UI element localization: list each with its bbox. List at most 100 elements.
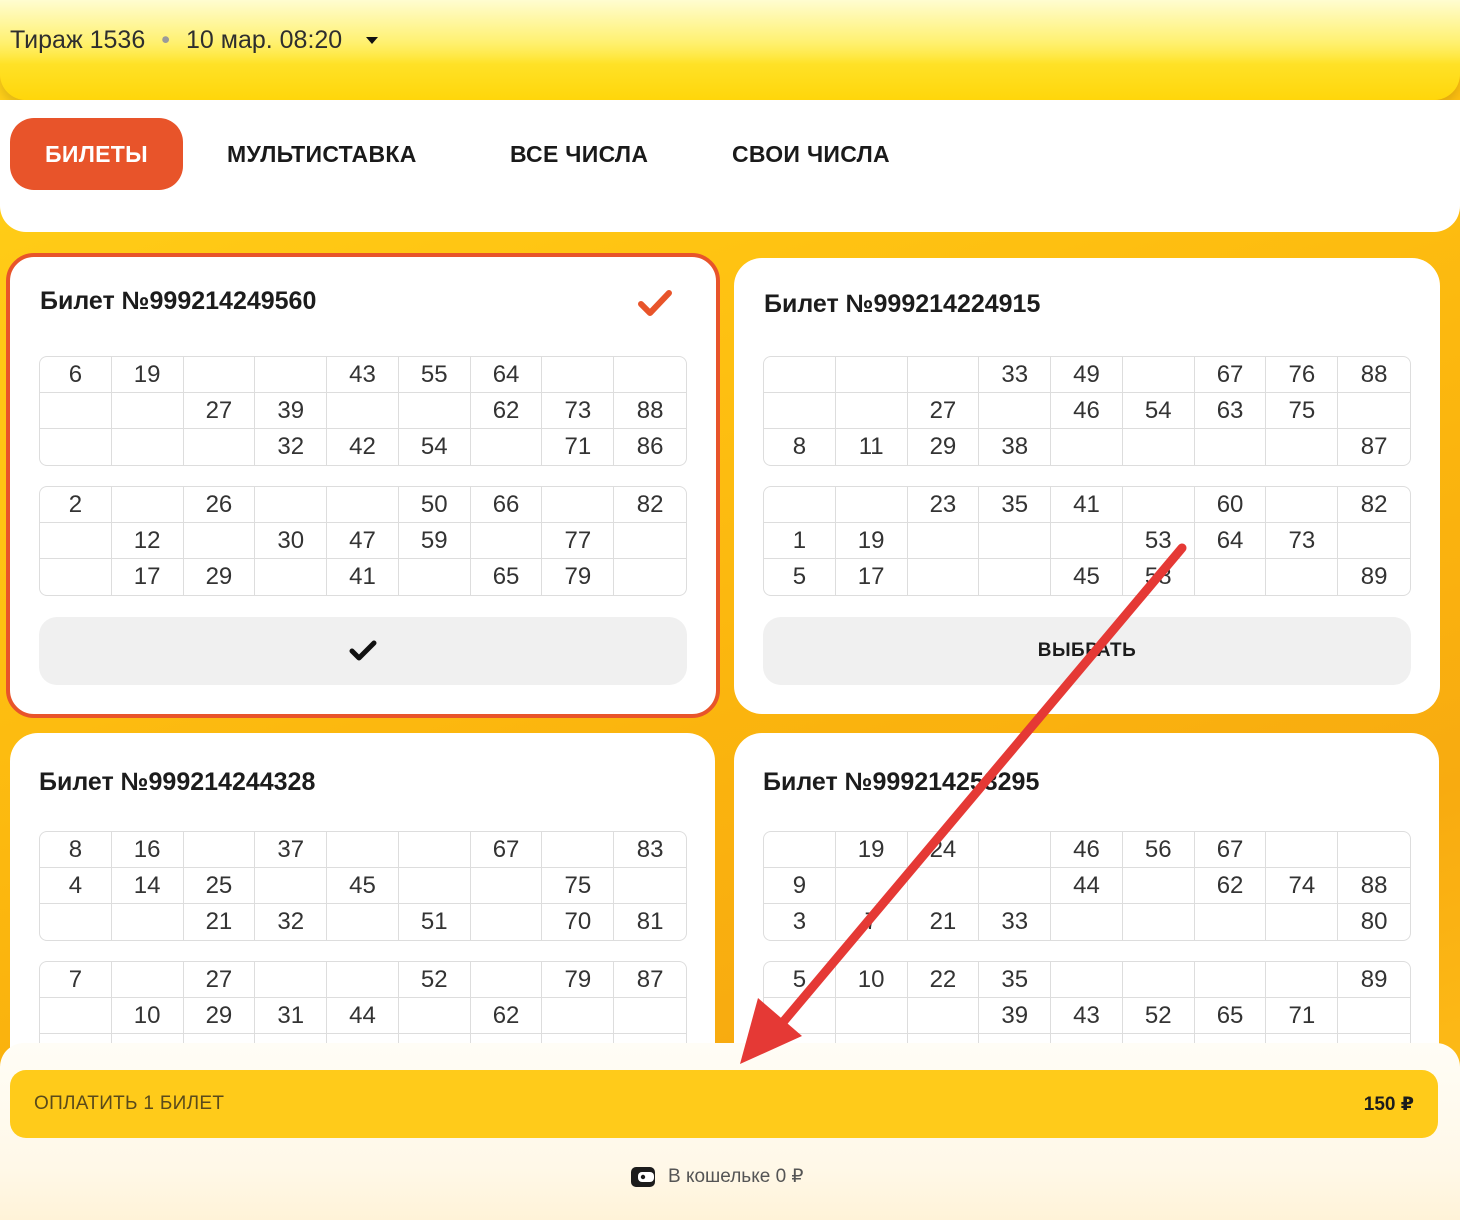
- tab-own-numbers[interactable]: СВОИ ЧИСЛА: [732, 118, 890, 190]
- check-icon: [349, 640, 377, 661]
- number-cell: 58: [1123, 559, 1195, 595]
- number-cell: 45: [1051, 559, 1123, 595]
- number-cell: 21: [908, 904, 980, 940]
- number-cell: [835, 357, 908, 393]
- number-cell: [183, 523, 256, 559]
- number-cell: 16: [111, 832, 184, 868]
- selected-button[interactable]: [39, 617, 687, 685]
- number-cell: [327, 393, 399, 429]
- number-cell: 8: [40, 832, 112, 868]
- number-cell: 33: [979, 357, 1052, 393]
- number-cell: 64: [470, 357, 543, 393]
- number-cell: 9: [764, 868, 836, 904]
- wallet-balance[interactable]: В кошельке 0 ₽: [630, 1165, 804, 1188]
- number-cell: [1266, 904, 1339, 940]
- number-cell: 52: [398, 962, 471, 998]
- number-cell: [1266, 429, 1339, 465]
- ticket-card[interactable]: Билет №999214224915 33 49 67 76 88 27 46 54 63 75…: [734, 258, 1440, 714]
- number-cell: 88: [614, 393, 686, 429]
- number-cell: [255, 559, 328, 595]
- number-cell: 2: [40, 487, 112, 523]
- number-cell: 88: [1338, 357, 1410, 393]
- number-cell: 54: [1122, 393, 1195, 429]
- ticket-title: Билет №999214249560: [40, 287, 317, 315]
- number-cell: [327, 962, 399, 998]
- number-cell: 76: [1266, 357, 1339, 393]
- number-cell: 71: [542, 429, 615, 465]
- tabs-panel: БИЛЕТЫ МУЛЬТИСТАВКА ВСЕ ЧИСЛА СВОИ ЧИСЛА: [0, 100, 1460, 232]
- pay-button[interactable]: ОПЛАТИТЬ 1 БИЛЕТ 150 ₽: [10, 1070, 1438, 1138]
- number-cell: 50: [398, 487, 471, 523]
- number-cell: 47: [327, 523, 399, 559]
- number-cell: [614, 998, 686, 1034]
- ticket-field: 23 35 41 60 82 1 19 53 64 73 5 17 45 58 89: [763, 486, 1411, 596]
- number-cell: [112, 429, 184, 465]
- number-cell: 27: [183, 393, 256, 429]
- number-cell: [1051, 429, 1123, 465]
- number-cell: 81: [636, 908, 664, 935]
- top-bar: Тираж 1536 • 10 мар. 08:20: [0, 0, 1460, 100]
- number-cell: 89: [1360, 563, 1388, 590]
- number-cell: 11: [836, 429, 908, 465]
- number-cell: [614, 357, 686, 393]
- number-cell: [327, 832, 399, 868]
- number-cell: 63: [1194, 393, 1267, 429]
- number-cell: [399, 559, 471, 595]
- number-cell: [1266, 559, 1339, 595]
- number-cell: 4: [40, 868, 112, 904]
- pay-button-price: 150 ₽: [1363, 1093, 1414, 1115]
- number-cell: [255, 868, 328, 904]
- number-cell: [40, 523, 112, 559]
- number-cell: [40, 904, 112, 940]
- number-cell: [1195, 559, 1267, 595]
- number-cell: 31: [255, 998, 328, 1034]
- number-cell: 71: [1266, 998, 1339, 1034]
- draw-selector[interactable]: Тираж 1536 • 10 мар. 08:20: [10, 22, 379, 58]
- wallet-icon: [631, 1166, 655, 1187]
- number-cell: 46: [1051, 393, 1123, 429]
- number-cell: 26: [183, 487, 256, 523]
- number-cell: 82: [1338, 487, 1410, 523]
- wallet-text: В кошельке 0 ₽: [668, 1166, 804, 1187]
- number-cell: 88: [1338, 868, 1410, 904]
- number-cell: 52: [1122, 998, 1195, 1034]
- number-cell: 39: [255, 393, 328, 429]
- check-icon: [638, 290, 672, 316]
- number-cell: 27: [907, 393, 980, 429]
- number-cell: 77: [542, 523, 615, 559]
- number-cell: 10: [835, 962, 908, 998]
- number-cell: 65: [471, 559, 543, 595]
- number-cell: 19: [835, 832, 908, 868]
- number-cell: [1051, 523, 1123, 559]
- number-cell: 79: [542, 962, 615, 998]
- number-cell: [1338, 393, 1410, 429]
- pay-button-label: ОПЛАТИТЬ 1 БИЛЕТ: [34, 1093, 225, 1114]
- number-cell: 66: [470, 487, 543, 523]
- number-cell: 67: [470, 832, 543, 868]
- ticket-field: 33 49 67 76 88 27 46 54 63 75 8 11 29 38 87: [763, 356, 1411, 466]
- bottom-panel: ОПЛАТИТЬ 1 БИЛЕТ 150 ₽ В кошельке 0 ₽: [0, 1043, 1460, 1220]
- number-cell: 89: [1338, 962, 1410, 998]
- number-cell: [614, 868, 686, 904]
- tab-tickets[interactable]: БИЛЕТЫ: [10, 118, 183, 190]
- number-cell: [183, 357, 256, 393]
- number-cell: [542, 832, 615, 868]
- number-cell: 60: [1194, 487, 1267, 523]
- number-cell: 70: [542, 904, 615, 940]
- tab-multibet[interactable]: МУЛЬТИСТАВКА: [227, 118, 417, 190]
- ticket-field: 19 24 46 56 67 9 44 62 74 88 3 7 21 33 80: [763, 831, 1411, 941]
- select-ticket-button[interactable]: ВЫБРАТЬ: [763, 617, 1411, 685]
- number-cell: 56: [1122, 832, 1195, 868]
- number-cell: 67: [1194, 832, 1267, 868]
- number-cell: 42: [327, 429, 399, 465]
- number-cell: 8: [764, 429, 836, 465]
- number-cell: [111, 487, 184, 523]
- number-cell: 46: [1051, 832, 1123, 868]
- ticket-card[interactable]: Билет №999214249560 6 19 43 55 64 27 39 62 73 88 3…: [6, 253, 720, 718]
- chevron-down-icon[interactable]: [366, 36, 379, 44]
- number-cell: [471, 429, 543, 465]
- number-cell: 79: [542, 559, 615, 595]
- number-cell: [398, 998, 471, 1034]
- tab-all-numbers[interactable]: ВСЕ ЧИСЛА: [510, 118, 648, 190]
- ticket-field: 8 16 37 67 83 4 14 25 45 75 21 32 51 70 81: [39, 831, 687, 941]
